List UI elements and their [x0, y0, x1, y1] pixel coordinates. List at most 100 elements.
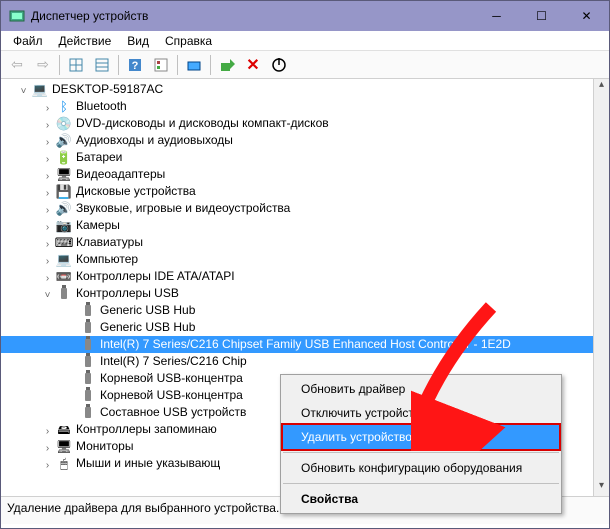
speaker-icon: 🔊 [56, 133, 72, 149]
ide-icon: 📼 [56, 269, 72, 285]
tree-item-label: Bluetooth [76, 98, 133, 115]
tree-cameras[interactable]: › 📷 Камеры [1, 217, 609, 234]
expand-icon[interactable]: › [41, 100, 54, 113]
tree-item-label: Контроллеры USB [76, 285, 185, 302]
tree-item-label: Контроллеры IDE ATA/ATAPI [76, 268, 241, 285]
grid1-icon[interactable] [64, 53, 88, 77]
bluetooth-icon: ᛒ [56, 99, 72, 115]
menu-file[interactable]: Файл [5, 32, 51, 50]
tree-item-label: DVD-дисководы и дисководы компакт-дисков [76, 115, 335, 132]
battery-icon: 🔋 [56, 150, 72, 166]
tree-item-label: Корневой USB-концентра [100, 387, 249, 404]
menu-separator [283, 483, 559, 484]
tree-disk[interactable]: › 💾 Дисковые устройства [1, 183, 609, 200]
back-button[interactable]: ⇦ [5, 53, 29, 77]
tree-bluetooth[interactable]: › ᛒ Bluetooth [1, 98, 609, 115]
help-icon[interactable]: ? [123, 53, 147, 77]
disable-icon[interactable] [267, 53, 291, 77]
monitor-icon: 🖥 [56, 439, 72, 455]
status-text: Удаление драйвера для выбранного устройс… [7, 501, 279, 515]
storage-icon: 🖴 [56, 422, 72, 438]
ctx-disable-device[interactable]: Отключить устройство [283, 401, 559, 425]
expand-icon[interactable]: › [41, 423, 54, 436]
expand-icon[interactable]: › [41, 457, 54, 470]
tree-audio[interactable]: › 🔊 Аудиовходы и аудиовыходы [1, 132, 609, 149]
tree-item-label: Мыши и иные указывающ [76, 455, 226, 472]
hdd-icon: 💾 [56, 184, 72, 200]
tree-computer[interactable]: › 💻 Компьютер [1, 251, 609, 268]
tree-item-label: Дисковые устройства [76, 183, 202, 200]
computer-icon: 💻 [32, 82, 48, 98]
tree-root[interactable]: ˅ 💻 DESKTOP-59187AC [1, 81, 609, 98]
tree-usb-hub1[interactable]: Generic USB Hub [1, 302, 609, 319]
tree-soundgame[interactable]: › 🔊 Звуковые, игровые и видеоустройства [1, 200, 609, 217]
menu-separator [283, 452, 559, 453]
tree-item-label: Generic USB Hub [100, 302, 201, 319]
update-driver-icon[interactable] [215, 53, 239, 77]
tree-item-label: Мониторы [76, 438, 139, 455]
expand-icon[interactable]: › [41, 168, 54, 181]
tree-keyboards[interactable]: › ⌨ Клавиатуры [1, 234, 609, 251]
collapse-icon[interactable]: ˅ [17, 83, 30, 96]
scroll-up-button[interactable]: ▴ [594, 79, 609, 95]
tree-root-label: DESKTOP-59187AC [52, 81, 169, 98]
ctx-refresh-config[interactable]: Обновить конфигурацию оборудования [283, 456, 559, 480]
ctx-properties[interactable]: Свойства [283, 487, 559, 511]
uninstall-icon[interactable]: ✕ [241, 53, 265, 77]
tree-usb-hub2[interactable]: Generic USB Hub [1, 319, 609, 336]
usb-icon [80, 405, 96, 421]
expand-icon[interactable]: › [41, 202, 54, 215]
tree-item-label: Составное USB устройств [100, 404, 252, 421]
usb-icon [56, 286, 72, 302]
window-controls: ─ ☐ ✕ [474, 1, 609, 31]
expand-icon[interactable]: › [41, 134, 54, 147]
tree-item-label: Intel(R) 7 Series/C216 Chipset Family US… [100, 336, 517, 353]
tree-usb-intel1[interactable]: Intel(R) 7 Series/C216 Chipset Family US… [1, 336, 609, 353]
close-button[interactable]: ✕ [564, 1, 609, 31]
menu-view[interactable]: Вид [119, 32, 157, 50]
props-icon[interactable] [149, 53, 173, 77]
grid2-icon[interactable] [90, 53, 114, 77]
tree-item-label: Intel(R) 7 Series/C216 Chip [100, 353, 253, 370]
tree-item-label: Камеры [76, 217, 126, 234]
usb-icon [80, 303, 96, 319]
menu-help[interactable]: Справка [157, 32, 220, 50]
expand-icon[interactable]: › [41, 185, 54, 198]
forward-button[interactable]: ⇨ [31, 53, 55, 77]
tree-ide[interactable]: › 📼 Контроллеры IDE ATA/ATAPI [1, 268, 609, 285]
expand-icon[interactable]: › [41, 117, 54, 130]
expand-icon[interactable]: › [41, 219, 54, 232]
dvd-icon: 💿 [56, 116, 72, 132]
ctx-update-driver[interactable]: Обновить драйвер [283, 377, 559, 401]
maximize-button[interactable]: ☐ [519, 1, 564, 31]
tree-dvd[interactable]: › 💿 DVD-дисководы и дисководы компакт-ди… [1, 115, 609, 132]
minimize-button[interactable]: ─ [474, 1, 519, 31]
expand-icon[interactable]: › [41, 440, 54, 453]
tree-item-label: Видеоадаптеры [76, 166, 171, 183]
vertical-scrollbar[interactable]: ▴ ▾ [593, 79, 609, 496]
collapse-icon[interactable]: ˅ [41, 287, 54, 300]
tree-usb-intel2[interactable]: Intel(R) 7 Series/C216 Chip [1, 353, 609, 370]
expand-icon[interactable]: › [41, 151, 54, 164]
refresh-icon[interactable] [182, 53, 206, 77]
menu-action[interactable]: Действие [51, 32, 120, 50]
speaker-icon: 🔊 [56, 201, 72, 217]
tree-item-label: Батареи [76, 149, 128, 166]
tree-item-label: Контроллеры запоминаю [76, 421, 223, 438]
computer-icon: 💻 [56, 252, 72, 268]
tree-item-label: Generic USB Hub [100, 319, 201, 336]
tree-item-label: Звуковые, игровые и видеоустройства [76, 200, 296, 217]
ctx-remove-device[interactable]: Удалить устройство [281, 423, 561, 451]
window-title: Диспетчер устройств [31, 9, 474, 23]
tree-usb[interactable]: ˅ Контроллеры USB [1, 285, 609, 302]
expand-icon[interactable]: › [41, 253, 54, 266]
expand-icon[interactable]: › [41, 270, 54, 283]
scroll-down-button[interactable]: ▾ [594, 480, 609, 496]
mouse-icon: 🖱 [56, 456, 72, 472]
toolbar: ⇦ ⇨ ? ✕ [1, 51, 609, 79]
usb-icon [80, 337, 96, 353]
tree-battery[interactable]: › 🔋 Батареи [1, 149, 609, 166]
title-bar: Диспетчер устройств ─ ☐ ✕ [1, 1, 609, 31]
expand-icon[interactable]: › [41, 236, 54, 249]
tree-video[interactable]: › 🖥 Видеоадаптеры [1, 166, 609, 183]
